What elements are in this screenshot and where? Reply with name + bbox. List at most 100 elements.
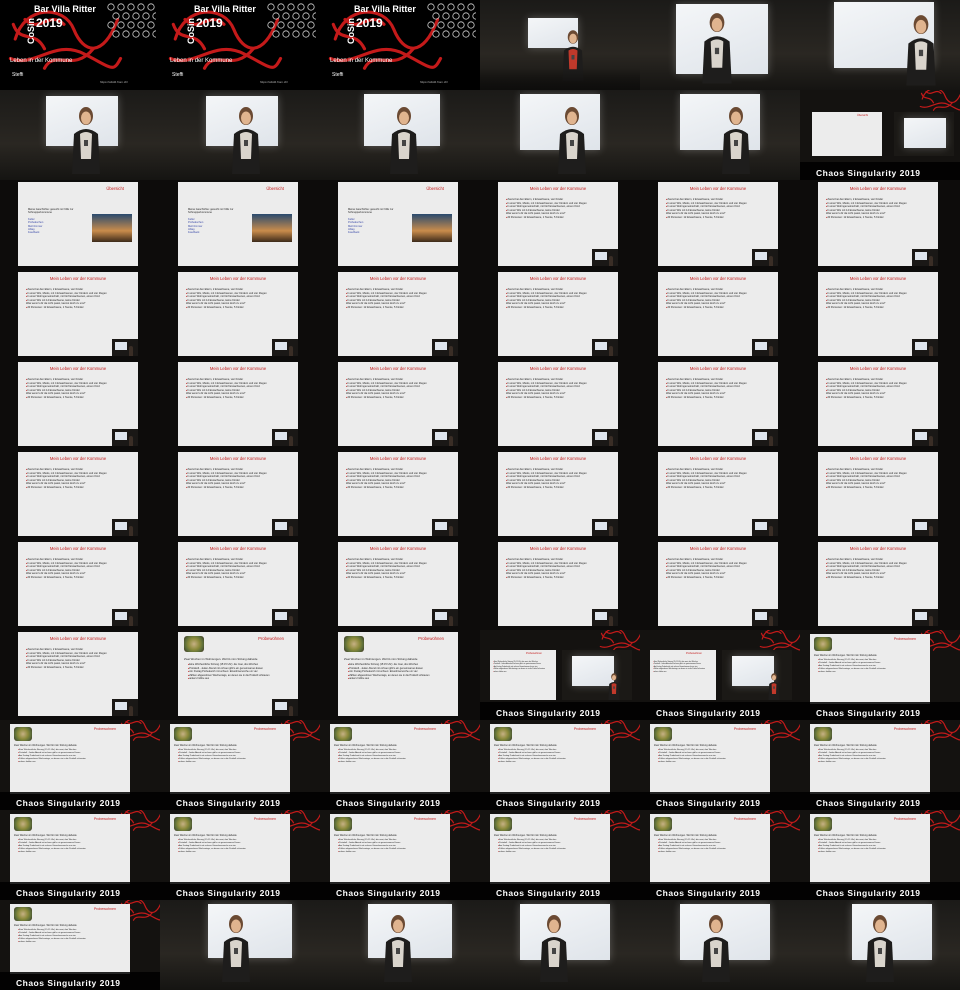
slide-kommune: Mein Leben vor der Kommune Zuerst bei den…	[338, 272, 458, 356]
slide-probewohnen: Probewohnen Zwei Wochen im Wohnungen. Wol…	[810, 724, 930, 794]
slide-frame-kommune: Mein Leben vor der Kommune Zuerst bei den…	[160, 360, 320, 450]
pip-speaker	[289, 706, 293, 716]
slide-probewohnen: Probewohnen Zwei Wochen im Wohnungen. Wol…	[338, 632, 458, 716]
bullet-item: ankers hobbe aus	[658, 851, 762, 854]
slide-kommune: Mein Leben vor der Kommune Zuerst bei den…	[818, 272, 938, 356]
overview-link[interactable]: Feedback	[188, 231, 258, 234]
brand-bar: Chaos Singularity 2019	[480, 702, 640, 720]
bullet-list: Eine Wöchentliche Sitzung (15:15 Uhr): d…	[178, 839, 282, 854]
slide-title: Mein Leben vor der Kommune	[369, 366, 427, 371]
event-url: https://cdsfd.from.ch/	[100, 80, 128, 84]
picture-in-picture-video	[912, 339, 938, 356]
chaos-singularity-frame: Probewohnen Zwei Wochen im Wohnungen. Wol…	[800, 630, 960, 720]
slide-title: Probewohnen	[413, 727, 436, 731]
probewohnen-intro: Zwei Wochen im Wohnungen. Wol ltö mim Si…	[814, 654, 877, 657]
bullet-item: 20 Personen: 12 Erwachsene, 1 Teenie, 5 …	[346, 486, 446, 490]
pip-screen	[115, 342, 127, 350]
pip-speaker	[449, 526, 453, 536]
bullet-list: Zuerst bei den Eltern, 2 Erwachsene, vie…	[26, 288, 126, 310]
probewohnen-intro: Zwei Wochen im Wohnungen. Wol ltö mim Si…	[814, 744, 877, 747]
slide-frame-kommune: Mein Leben vor der Kommune Zuerst bei den…	[480, 270, 640, 360]
pip-screen	[915, 252, 927, 260]
bullet-list: Eine Wöchentliche Sitzung (15:15 Uhr): d…	[658, 839, 762, 854]
slide-title: Probewohnen	[253, 727, 276, 731]
chaos-singularity-frame: Probewohnen Zwei Wochen im Wohnungen. Wol…	[320, 720, 480, 810]
slide-title: Übersicht	[266, 186, 284, 191]
slide-kommune: Mein Leben vor der Kommune Zuerst bei den…	[818, 452, 938, 536]
slide-overview: Übersicht Meine Geschichte: gesucht mir h…	[338, 182, 458, 266]
overview-lead: Meine Geschichte: gesucht mir hilfe zur …	[188, 208, 234, 215]
slide-title: Mein Leben vor der Kommune	[529, 456, 587, 461]
bullet-item: ankers hobbe aus	[348, 677, 452, 681]
pip-screen	[915, 432, 927, 440]
pip-screen	[275, 432, 287, 440]
bullet-list: Eine Wöchentliche Sitzung (15:15 Uhr): d…	[18, 929, 122, 944]
slide-frame-kommune: Mein Leben vor der Kommune Zuerst bei den…	[320, 360, 480, 450]
speaker-name: Steffi	[12, 72, 24, 78]
bullet-list: Zuerst bei den Eltern, 2 Erwachsene, vie…	[346, 378, 446, 400]
slide-frame-kommune: Mein Leben vor der Kommune Zuerst bei den…	[480, 180, 640, 270]
pip-screen	[435, 522, 447, 530]
chaos-singularity-frame: Probewohnen Zwei Wochen im Wohnungen. Wol…	[800, 810, 960, 900]
slide-title: Mein Leben vor der Kommune	[369, 456, 427, 461]
bullet-item: 20 Personen: 12 Erwachsene, 1 Teenie, 5 …	[26, 486, 126, 490]
slide-kommune: Mein Leben vor der Kommune Zuerst bei den…	[18, 362, 138, 446]
bullet-item: 20 Personen: 12 Erwachsene, 1 Teenie, 5 …	[826, 486, 926, 490]
speaker-video-frame	[480, 900, 640, 990]
slide-kommune: Mein Leben vor der Kommune Zuerst bei den…	[178, 542, 298, 626]
bullet-list: Zuerst bei den Eltern, 2 Erwachsene, vie…	[186, 288, 286, 310]
probewohnen-intro: Zwei Wochen im Wohnungen. Wol ltö mim Si…	[814, 834, 877, 837]
bullet-item: 20 Personen: 12 Erwachsene, 1 Teenie, 5 …	[666, 486, 766, 490]
picture-in-picture-video	[912, 249, 938, 266]
bullet-item: ankers hobbe aus	[498, 761, 602, 764]
probewohnen-intro: Zwei Wochen im Wohnungen. Wol ltö mim Si…	[14, 834, 77, 837]
slide-title: Übersicht	[857, 114, 868, 117]
talk-title: Leben in der Kommune	[10, 58, 73, 64]
bullet-list: Zuerst bei den Eltern, 2 Erwachsene, vie…	[506, 378, 606, 400]
pip-screen	[435, 612, 447, 620]
slide-frame-overview: Übersicht Meine Geschichte: gesucht mir h…	[320, 180, 480, 270]
slide-kommune: Mein Leben vor der Kommune Zuerst bei den…	[18, 452, 138, 536]
slide-overview-small: Übersicht	[812, 112, 882, 156]
bullet-list: Eine Wöchentliche Sitzung (15:15 Uhr): d…	[658, 749, 762, 764]
speaker-figure	[906, 15, 936, 86]
slide-title: Mein Leben vor der Kommune	[369, 276, 427, 281]
overview-link[interactable]: Feedback	[348, 231, 418, 234]
brand-label: Chaos Singularity 2019	[496, 708, 601, 718]
slide-kommune: Mein Leben vor der Kommune Zuerst bei den…	[498, 452, 618, 536]
probewohnen-intro: Zwei Wochen im Wohnungen. Wol ltö mim Si…	[184, 657, 258, 661]
bullet-list: Eine Wöchentliche Sitzung (15:15 Uhr): d…	[818, 749, 922, 764]
slide-title: Probewohnen	[93, 727, 116, 731]
bullet-item: 20 Personen: 12 Erwachsene, 1 Teenie, 5 …	[506, 486, 606, 490]
pip-screen	[595, 342, 607, 350]
brand-label: Chaos Singularity 2019	[656, 708, 761, 718]
brand-label: Chaos Singularity 2019	[656, 888, 761, 898]
overview-link[interactable]: Feedback	[28, 231, 98, 234]
brand-label: Chaos Singularity 2019	[496, 888, 601, 898]
slide-title: Mein Leben vor der Kommune	[529, 366, 587, 371]
speaker-figure	[222, 915, 250, 982]
bullet-list: Zuerst bei den Eltern, 2 Erwachsene, vie…	[186, 468, 286, 490]
pip-speaker	[289, 436, 293, 446]
slide-title: Mein Leben vor der Kommune	[529, 546, 587, 551]
pip-speaker	[929, 256, 933, 266]
slide-frame-kommune: Mein Leben vor der Kommune Zuerst bei den…	[640, 540, 800, 630]
event-url: https://cdsfd.from.ch/	[420, 80, 448, 84]
slide-probewohnen: Probewohnen Zwei Wochen im Wohnungen. Wol…	[490, 814, 610, 884]
chaos-singularity-frame: Probewohnen Zwei Wochen im Wohnungen. Wol…	[0, 900, 160, 990]
bullet-list: Eine Wöchentliche Sitzung (15:15 Uhr): d…	[818, 659, 922, 674]
slide-title: Probewohnen	[733, 817, 756, 821]
speaker-video-frame	[320, 900, 480, 990]
slide-frame-kommune: Mein Leben vor der Kommune Zuerst bei den…	[480, 360, 640, 450]
slide-title: Mein Leben vor der Kommune	[49, 366, 107, 371]
bullet-item: ankers hobbe aus	[178, 851, 282, 854]
probewohnen-intro: Zwei Wochen im Wohnungen. Wol ltö mim Si…	[654, 744, 717, 747]
pip-screen	[595, 252, 607, 260]
pip-speaker	[769, 526, 773, 536]
bullet-list: Eine Wöchentliche Sitzung (15:15 Uhr): d…	[18, 749, 122, 764]
pip-speaker	[609, 346, 613, 356]
pip-speaker	[289, 616, 293, 626]
bullet-list: Eine Wöchentliche Sitzung (15:15 Uhr): d…	[498, 749, 602, 764]
bullet-list: Eine Wöchentliche Sitzung (15:15 Uhr): d…	[338, 749, 442, 764]
slide-frame-kommune: Mein Leben vor der Kommune Zuerst bei den…	[640, 180, 800, 270]
